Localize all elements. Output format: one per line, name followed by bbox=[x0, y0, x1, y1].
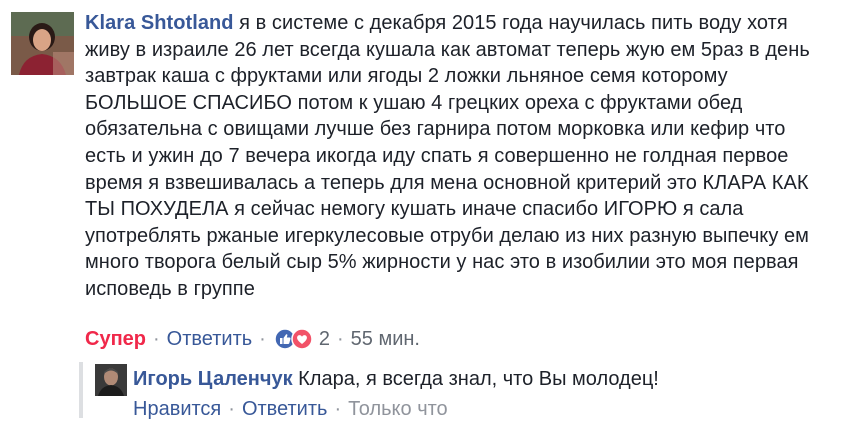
reaction-summary[interactable]: 2 bbox=[274, 328, 330, 351]
reaction-super-button[interactable]: Супер bbox=[85, 328, 146, 351]
comment-author-link[interactable]: Klara Shtotland bbox=[85, 12, 234, 34]
reply-actions: Нравится · Ответить · Только что bbox=[133, 395, 448, 423]
avatar[interactable] bbox=[11, 12, 74, 75]
separator-dot: · bbox=[334, 397, 342, 420]
comment-text: я в системе с декабря 2015 года научилас… bbox=[85, 12, 810, 300]
reply-reply-button[interactable]: Ответить bbox=[242, 398, 328, 421]
comment-body: Klara Shtotland я в системе с декабря 20… bbox=[85, 10, 830, 303]
reply-button[interactable]: Ответить bbox=[167, 328, 253, 351]
like-button[interactable]: Нравится bbox=[133, 398, 221, 421]
separator-dot: · bbox=[336, 327, 344, 350]
comment-actions: Супер · Ответить · 2 · 55 мин. bbox=[85, 324, 420, 354]
comment-timestamp[interactable]: 55 мин. bbox=[351, 328, 420, 351]
separator-dot: · bbox=[153, 327, 160, 350]
separator-dot: · bbox=[228, 397, 235, 420]
reaction-count: 2 bbox=[318, 327, 330, 350]
reply-text: Клара, я всегда знал, что Вы молодец! bbox=[298, 368, 659, 390]
love-icon bbox=[291, 328, 313, 350]
reply-avatar[interactable] bbox=[95, 364, 127, 396]
reply-thread-line bbox=[79, 362, 83, 418]
reply-timestamp[interactable]: Только что bbox=[348, 398, 448, 421]
separator-dot: · bbox=[259, 327, 266, 350]
comment-thread: Klara Shtotland я в системе с декабря 20… bbox=[0, 0, 843, 429]
reply-author-link[interactable]: Игорь Цаленчук bbox=[133, 368, 293, 390]
reply-avatar-photo bbox=[95, 364, 127, 396]
reply-body: Игорь Цаленчук Клара, я всегда знал, что… bbox=[133, 366, 659, 392]
avatar-photo bbox=[11, 12, 74, 75]
